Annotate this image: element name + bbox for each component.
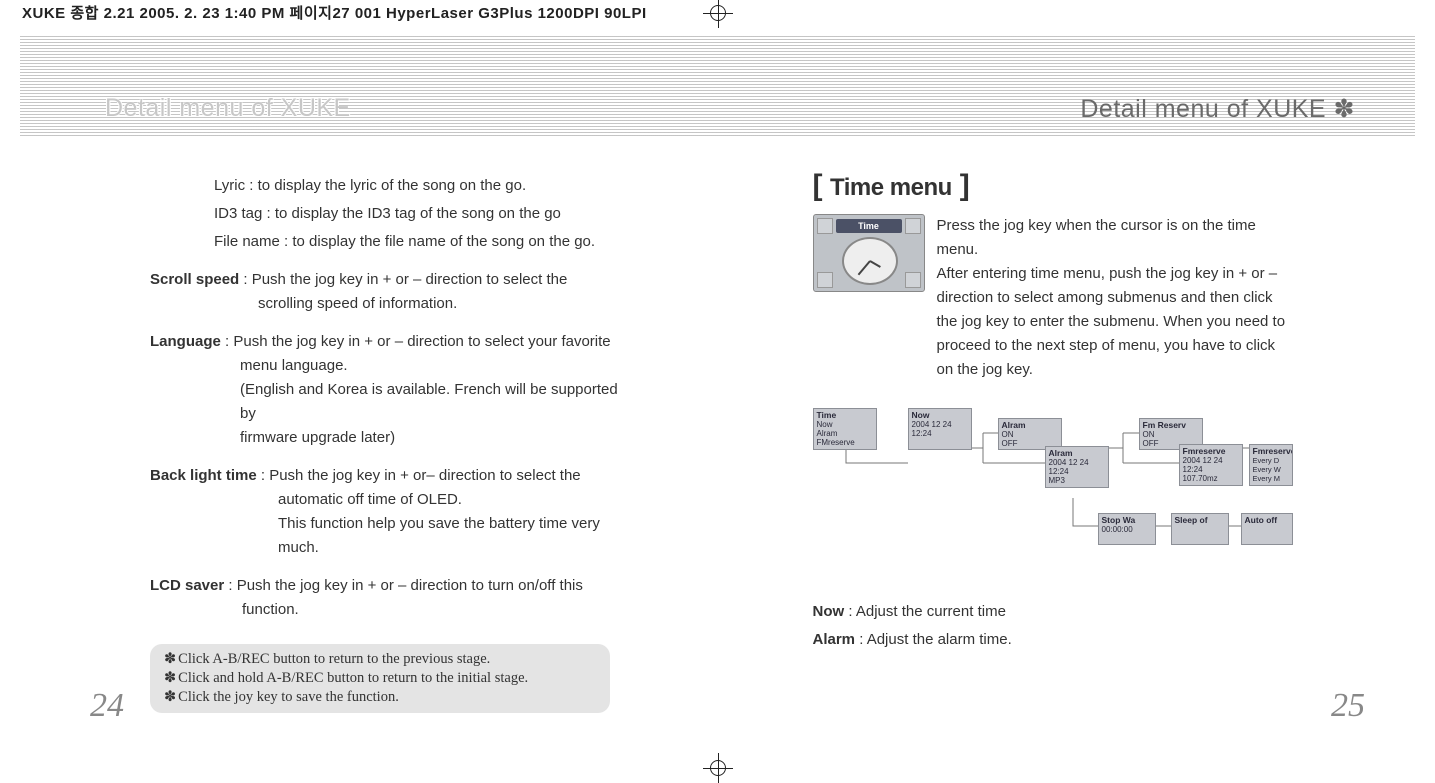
- text-backlight-cont3: much.: [150, 536, 638, 560]
- section-title-text: Time menu: [830, 176, 952, 200]
- text-language-cont1: menu language.: [150, 354, 638, 378]
- label-language: Language: [150, 333, 221, 350]
- text-backlight-cont1: automatic off time of OLED.: [150, 488, 638, 512]
- crop-mark-top: [703, 0, 733, 28]
- text-language: : Push the jog key in + or – direction t…: [221, 333, 611, 350]
- text-scroll-speed-cont: scrolling speed of information.: [150, 292, 638, 316]
- text-language-cont3: firmware upgrade later): [150, 426, 638, 450]
- diagram-node-fmres2: Fmreserve Every D Every W Every M: [1249, 444, 1293, 486]
- diagram-node-alram2: Alram 2004 12 24 12:24 MP3: [1045, 446, 1109, 488]
- tip-1: Click A-B/REC button to return to the pr…: [178, 650, 490, 669]
- star-icon: ✽: [164, 688, 176, 707]
- diagram-node-stopwatch: Stop Wa 00:00:00: [1098, 513, 1156, 545]
- page-number-left: 24: [90, 687, 124, 725]
- definition-lcd-saver: LCD saver : Push the jog key in + or – d…: [150, 574, 638, 622]
- page-25: [ Time menu ] Time Press the jog key whe…: [718, 158, 1435, 721]
- time-menu-diagram: Time Now Alram FMreserve Now 2004 12 24 …: [813, 408, 1293, 568]
- star-icon: ✽: [164, 650, 176, 669]
- tip-3: Click the joy key to save the function.: [178, 688, 399, 707]
- tip-2: Click and hold A-B/REC button to return …: [178, 669, 528, 688]
- definition-lyric: Lyric : to display the lyric of the song…: [150, 174, 638, 198]
- page-header-right: Detail menu of XUKE ✽: [1080, 94, 1355, 124]
- definition-scroll-speed: Scroll speed : Push the jog key in + or …: [150, 268, 638, 316]
- label-scroll-speed: Scroll speed: [150, 271, 239, 288]
- text-lcd-saver-cont: function.: [150, 598, 638, 622]
- definition-now: Now : Adjust the current time: [813, 600, 1296, 624]
- definition-backlight: Back light time : Push the jog key in + …: [150, 464, 638, 560]
- bracket-open-icon: [: [813, 174, 823, 198]
- print-file-header: XUKE 종합 2.21 2005. 2. 23 1:40 PM 페이지27 0…: [22, 2, 647, 23]
- text-backlight: : Push the jog key in + or– direction to…: [257, 467, 581, 484]
- time-intro-row: Time Press the jog key when the cursor i…: [813, 214, 1296, 382]
- label-lcd-saver: LCD saver: [150, 577, 224, 594]
- label-backlight: Back light time: [150, 467, 257, 484]
- diagram-node-autooff: Auto off: [1241, 513, 1293, 545]
- manual-spread: Lyric : to display the lyric of the song…: [0, 158, 1435, 721]
- page-header-star-icon: ✽: [1334, 96, 1355, 123]
- text-lcd-saver: : Push the jog key in + or – direction t…: [224, 577, 583, 594]
- time-device-screenshot: Time: [813, 214, 925, 292]
- page-24: Lyric : to display the lyric of the song…: [0, 158, 718, 721]
- clock-icon: [842, 237, 898, 285]
- text-backlight-cont2: This function help you save the battery …: [150, 512, 638, 536]
- screenshot-banner: Time: [836, 219, 902, 233]
- tips-box: ✽Click A-B/REC button to return to the p…: [150, 644, 610, 713]
- page-header-right-text: Detail menu of XUKE: [1080, 95, 1326, 123]
- text-language-cont2: (English and Korea is available. French …: [150, 378, 638, 426]
- time-intro-text: Press the jog key when the cursor is on …: [937, 214, 1296, 382]
- diagram-node-now: Now 2004 12 24 12:24: [908, 408, 972, 450]
- definition-filename: File name : to display the file name of …: [150, 230, 638, 254]
- text-scroll-speed: : Push the jog key in + or – direction t…: [239, 271, 567, 288]
- page-header-left: Detail menu of XUKE: [105, 94, 351, 123]
- page-24-body: Lyric : to display the lyric of the song…: [150, 174, 638, 713]
- definition-language: Language : Push the jog key in + or – di…: [150, 330, 638, 450]
- section-title-time-menu: [ Time menu ]: [813, 174, 1296, 200]
- bracket-close-icon: ]: [960, 174, 970, 198]
- time-definitions: Now : Adjust the current time Alarm : Ad…: [813, 600, 1296, 652]
- star-icon: ✽: [164, 669, 176, 688]
- diagram-node-root: Time Now Alram FMreserve: [813, 408, 877, 450]
- diagram-node-sleep: Sleep of: [1171, 513, 1229, 545]
- diagram-node-fmres1: Fmreserve 2004 12 24 12:24 107.70mz: [1179, 444, 1243, 486]
- definition-alarm: Alarm : Adjust the alarm time.: [813, 628, 1296, 652]
- definition-id3: ID3 tag : to display the ID3 tag of the …: [150, 202, 638, 226]
- crop-mark-bottom: [703, 753, 733, 783]
- page-25-body: [ Time menu ] Time Press the jog key whe…: [813, 174, 1296, 656]
- page-number-right: 25: [1331, 687, 1365, 725]
